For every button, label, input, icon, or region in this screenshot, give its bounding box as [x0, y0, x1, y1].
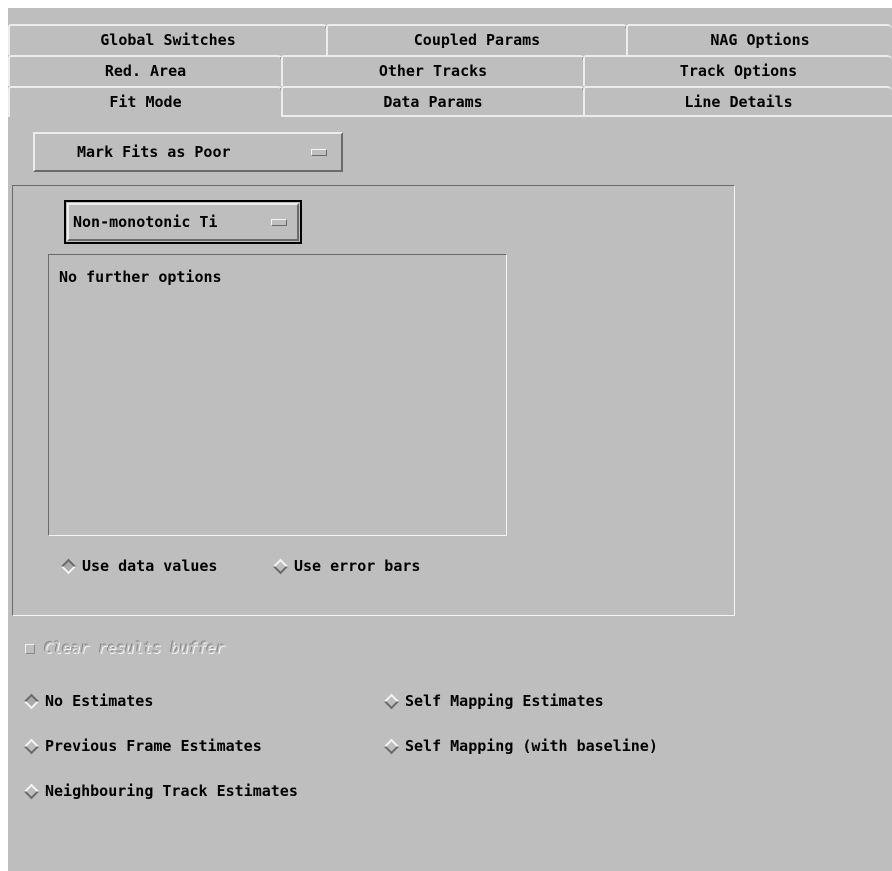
- tab-label: Global Switches: [100, 31, 236, 49]
- radio-label: Use error bars: [294, 557, 421, 575]
- radio-diamond-icon: [383, 693, 400, 710]
- tab-other-tracks[interactable]: Other Tracks: [281, 55, 585, 86]
- radio-label: Self Mapping (with baseline): [405, 737, 658, 755]
- tab-label: Fit Mode: [109, 93, 182, 111]
- clear-results-checkbox[interactable]: Clear results buffer: [25, 641, 225, 656]
- checkbox-label: Clear results buffer: [44, 639, 225, 657]
- radio-diamond-icon: [272, 558, 289, 575]
- fit-quality-menu[interactable]: Mark Fits as Poor: [33, 132, 343, 172]
- tab-label: Track Options: [679, 62, 798, 80]
- tab-label: Coupled Params: [413, 31, 541, 49]
- radio-diamond-icon: [23, 783, 40, 800]
- radio-previous-frame-estimates[interactable]: Previous Frame Estimates: [23, 737, 262, 755]
- tab-row-3: Fit Mode Data Params Line Details: [8, 86, 892, 117]
- tab-label: NAG Options: [710, 31, 810, 49]
- tab-label: Data Params: [383, 93, 483, 111]
- options-text: No further options: [59, 268, 222, 286]
- radio-diamond-icon: [383, 738, 400, 755]
- fit-quality-value: Mark Fits as Poor: [77, 142, 231, 161]
- radio-neighbouring-track-estimates[interactable]: Neighbouring Track Estimates: [23, 782, 298, 800]
- tab-coupled-params[interactable]: Coupled Params: [326, 24, 628, 55]
- tab-global-switches[interactable]: Global Switches: [8, 24, 328, 55]
- radio-self-mapping-with-baseline[interactable]: Self Mapping (with baseline): [383, 737, 658, 755]
- monotonic-mode-value: Non-monotonic Ti: [73, 212, 218, 231]
- tab-row-1: Global Switches Coupled Params NAG Optio…: [8, 24, 892, 55]
- radio-diamond-icon: [60, 558, 77, 575]
- tab-line-details[interactable]: Line Details: [583, 86, 892, 117]
- monotonic-mode-menu[interactable]: Non-monotonic Ti: [67, 203, 299, 241]
- radio-label: Previous Frame Estimates: [45, 737, 262, 755]
- tab-divider: [283, 115, 892, 117]
- tab-nag-options[interactable]: NAG Options: [626, 24, 892, 55]
- radio-label: Use data values: [82, 557, 218, 575]
- tab-track-options[interactable]: Track Options: [583, 55, 892, 86]
- tab-row-2: Red. Area Other Tracks Track Options: [8, 55, 892, 86]
- tab-fit-mode[interactable]: Fit Mode: [8, 86, 283, 117]
- radio-diamond-icon: [23, 738, 40, 755]
- radio-label: Self Mapping Estimates: [405, 692, 604, 710]
- option-menu-indicator-icon: [311, 149, 327, 156]
- tab-red-area[interactable]: Red. Area: [8, 55, 283, 86]
- tab-data-params[interactable]: Data Params: [281, 86, 585, 117]
- radio-label: No Estimates: [45, 692, 154, 710]
- radio-label: Neighbouring Track Estimates: [45, 782, 298, 800]
- tab-label: Other Tracks: [378, 62, 488, 80]
- fit-mode-panel: Global Switches Coupled Params NAG Optio…: [8, 8, 892, 871]
- radio-use-error-bars[interactable]: Use error bars: [272, 557, 421, 575]
- radio-diamond-icon: [23, 693, 40, 710]
- option-menu-indicator-icon: [271, 219, 287, 226]
- checkbox-icon: [25, 643, 35, 654]
- options-box: No further options: [48, 254, 507, 536]
- radio-no-estimates[interactable]: No Estimates: [23, 692, 154, 710]
- radio-use-data-values[interactable]: Use data values: [60, 557, 218, 575]
- tab-label: Line Details: [684, 93, 793, 111]
- tab-label: Red. Area: [104, 62, 187, 80]
- radio-self-mapping-estimates[interactable]: Self Mapping Estimates: [383, 692, 604, 710]
